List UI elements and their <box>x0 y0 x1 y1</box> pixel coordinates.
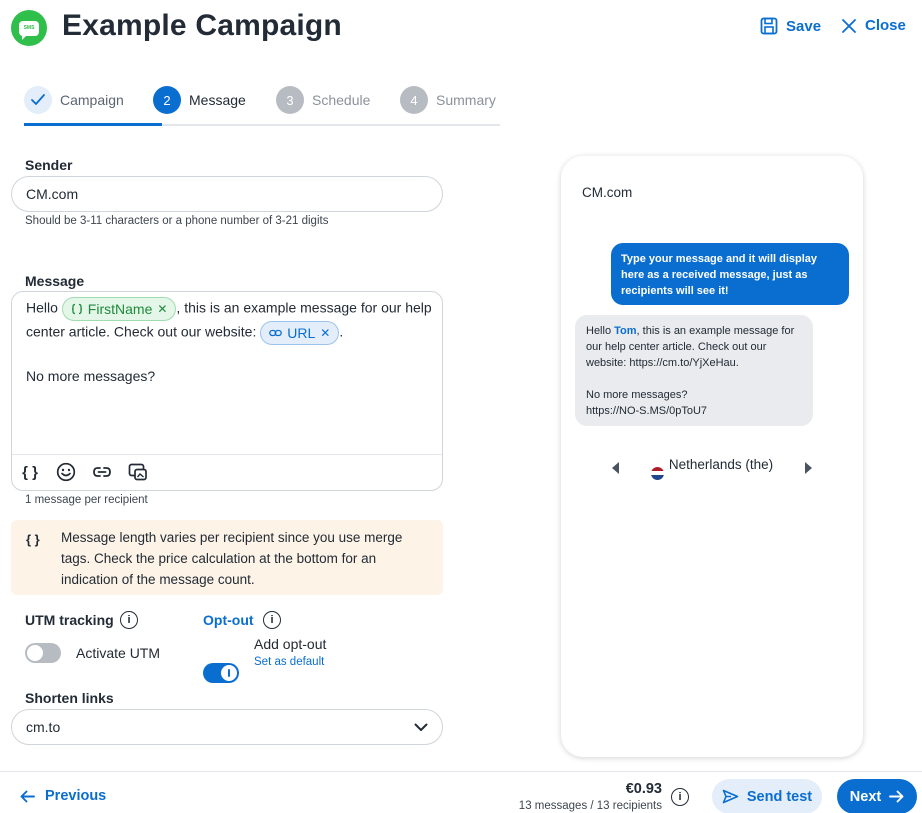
sender-input[interactable]: CM.com <box>11 176 443 212</box>
send-test-label: Send test <box>746 788 813 805</box>
step-label: Message <box>189 92 246 108</box>
phone-header-divider <box>568 228 856 234</box>
price-total: €0.93 <box>625 781 662 797</box>
utm-info-icon[interactable]: i <box>120 611 138 629</box>
step-message[interactable]: 2 Message <box>153 86 246 114</box>
braces-icon <box>71 303 82 315</box>
country-switcher: Netherlands (the) <box>612 457 812 480</box>
remove-tag-icon[interactable]: ✕ <box>157 299 167 319</box>
set-default-link[interactable]: Set as default <box>254 656 324 668</box>
step-label: Campaign <box>60 92 124 108</box>
preview-line3: https://NO-S.MS/0pToU7 <box>586 405 708 417</box>
shorten-links-label: Shorten links <box>25 690 114 706</box>
utm-toggle-label: Activate UTM <box>76 645 161 661</box>
step-campaign[interactable]: Campaign <box>24 86 124 114</box>
send-icon <box>722 789 739 804</box>
optout-toggle-label: Add opt-out <box>254 636 327 652</box>
close-label: Close <box>865 17 906 34</box>
page-title: Example Campaign <box>62 9 342 42</box>
netherlands-flag-icon <box>650 466 664 480</box>
step-number: 4 <box>400 86 428 114</box>
price-info-icon[interactable]: i <box>671 788 689 806</box>
step-number: 3 <box>276 86 304 114</box>
utm-label: UTM tracking <box>25 612 114 628</box>
chevron-down-icon <box>414 723 428 731</box>
close-button[interactable]: Close <box>841 17 906 34</box>
stepper-active-indicator <box>24 123 162 126</box>
message-text: . <box>339 323 344 340</box>
merge-tag-info-text: Message length varies per recipient sinc… <box>61 530 403 587</box>
url-tag[interactable]: URL ✕ <box>260 321 340 345</box>
url-tag-label: URL <box>287 325 316 341</box>
optout-info-icon[interactable]: i <box>263 611 281 629</box>
toggle-knob <box>221 665 237 681</box>
preview-merge-name: Tom <box>614 325 637 337</box>
save-icon <box>760 17 778 35</box>
shorten-links-select[interactable]: cm.to <box>11 709 443 745</box>
shorten-links-value: cm.to <box>26 719 61 735</box>
utm-toggle[interactable] <box>25 643 61 663</box>
optout-label[interactable]: Opt-out <box>203 612 254 628</box>
message-line2: No more messages? <box>26 368 156 384</box>
step-number: 2 <box>153 86 181 114</box>
step-label: Schedule <box>312 92 371 108</box>
preview-sender: CM.com <box>582 185 633 200</box>
merge-tag-icon[interactable]: { } <box>19 461 41 483</box>
next-country-icon[interactable] <box>805 462 812 475</box>
country-selected: Netherlands (the) <box>650 457 774 480</box>
preview-outgoing-bubble: Type your message and it will display he… <box>611 243 849 305</box>
country-name: Netherlands (the) <box>668 457 774 472</box>
toolbar-divider <box>12 454 442 455</box>
save-button[interactable]: Save <box>760 17 821 35</box>
price-detail: 13 messages / 13 recipients <box>518 800 662 812</box>
step-schedule[interactable]: 3 Schedule <box>276 86 370 114</box>
sender-label: Sender <box>25 157 73 173</box>
media-icon[interactable] <box>127 461 149 483</box>
remove-tag-icon[interactable]: ✕ <box>320 323 330 343</box>
arrow-left-icon <box>20 790 35 802</box>
toggle-knob <box>27 645 43 661</box>
sender-hint: Should be 3-11 characters or a phone num… <box>25 215 329 227</box>
save-label: Save <box>786 17 822 35</box>
send-test-button[interactable]: Send test <box>712 779 822 813</box>
braces-icon: { } <box>26 532 40 547</box>
emoji-icon[interactable] <box>55 461 77 483</box>
merge-tag-label: FirstName <box>87 301 153 317</box>
close-icon <box>842 18 856 33</box>
preview-line2: No more messages? <box>586 389 688 401</box>
sender-value: CM.com <box>26 186 79 202</box>
previous-country-icon[interactable] <box>612 462 619 475</box>
check-icon <box>24 86 52 114</box>
footer-divider <box>0 771 922 772</box>
arrow-right-icon <box>889 790 904 803</box>
next-label: Next <box>849 788 882 805</box>
app-logo: SMS <box>11 10 47 46</box>
link-icon <box>269 329 283 337</box>
message-label: Message <box>25 273 85 289</box>
preview-incoming-bubble: Hello Tom, this is an example message fo… <box>575 315 813 426</box>
sms-logo-text: SMS <box>19 20 39 40</box>
previous-button[interactable]: Previous <box>20 788 106 804</box>
message-count-hint: 1 message per recipient <box>25 494 148 506</box>
next-button[interactable]: Next <box>837 779 917 813</box>
merge-tag-firstname[interactable]: FirstName ✕ <box>61 297 177 321</box>
optout-toggle[interactable] <box>203 663 239 683</box>
step-summary[interactable]: 4 Summary <box>400 86 496 114</box>
step-label: Summary <box>436 92 496 108</box>
message-text: Hello <box>26 299 58 316</box>
message-content[interactable]: Hello FirstName ✕, this is an example mes… <box>26 297 436 387</box>
previous-label: Previous <box>45 788 107 804</box>
link-icon[interactable] <box>91 461 113 483</box>
preview-text: Hello <box>586 325 615 337</box>
